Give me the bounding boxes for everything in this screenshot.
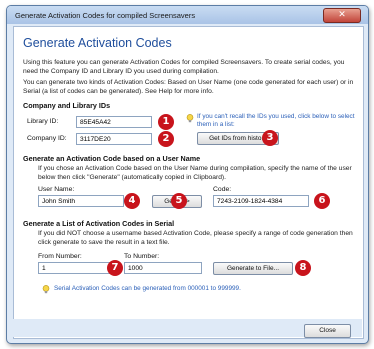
- callout-marker-7: 7: [107, 260, 123, 276]
- code-field[interactable]: 7243-2109-1824-4384: [213, 195, 309, 207]
- page-title: Generate Activation Codes: [23, 36, 172, 50]
- ids-section-title: Company and Library IDs: [23, 101, 111, 110]
- callout-marker-6: 6: [314, 193, 330, 209]
- title-bar[interactable]: Generate Activation Codes for compiled S…: [7, 6, 368, 24]
- user-name-field[interactable]: John Smith: [38, 195, 124, 207]
- to-number-label: To Number:: [124, 253, 160, 260]
- from-number-field[interactable]: 1: [38, 262, 116, 274]
- library-id-label: Library ID:: [27, 118, 59, 125]
- serial-section-title: Generate a List of Activation Codes in S…: [23, 219, 175, 228]
- ids-hint: If you can't recall the IDs you used, cl…: [197, 113, 355, 128]
- callout-marker-2: 2: [158, 131, 174, 147]
- callout-marker-4: 4: [124, 193, 140, 209]
- intro-text-2: You can generate two kinds of Activation…: [23, 79, 354, 95]
- to-number-field[interactable]: 1000: [124, 262, 202, 274]
- lightbulb-icon: [42, 285, 50, 294]
- user-name-label: User Name:: [38, 186, 75, 193]
- serial-hint: Serial Activation Codes can be generated…: [54, 285, 241, 292]
- callout-marker-1: 1: [158, 114, 174, 130]
- callout-marker-3: 3: [262, 130, 278, 146]
- dialog-window: Generate Activation Codes for compiled S…: [6, 5, 369, 344]
- from-number-label: From Number:: [38, 253, 82, 260]
- code-label: Code:: [213, 186, 232, 193]
- serial-section-desc: If you did NOT choose a username based A…: [38, 230, 353, 246]
- generate-to-file-button[interactable]: Generate to File...: [213, 262, 293, 275]
- company-id-field[interactable]: 3117DE20: [76, 133, 152, 145]
- intro-text-1: Using this feature you can generate Acti…: [23, 59, 345, 75]
- library-id-field[interactable]: 85E45A42: [76, 116, 152, 128]
- callout-marker-5: 5: [171, 193, 187, 209]
- user-section-desc: If you chose an Activation Code based on…: [38, 165, 352, 181]
- callout-marker-8: 8: [295, 260, 311, 276]
- close-icon[interactable]: ✕: [323, 8, 361, 23]
- dialog-content: Generate Activation Codes Using this fea…: [13, 26, 364, 339]
- company-id-label: Company ID:: [27, 135, 67, 142]
- window-title: Generate Activation Codes for compiled S…: [15, 11, 196, 20]
- close-button[interactable]: Close: [304, 324, 351, 338]
- user-section-title: Generate an Activation Code based on a U…: [23, 154, 201, 163]
- lightbulb-icon: [186, 114, 194, 123]
